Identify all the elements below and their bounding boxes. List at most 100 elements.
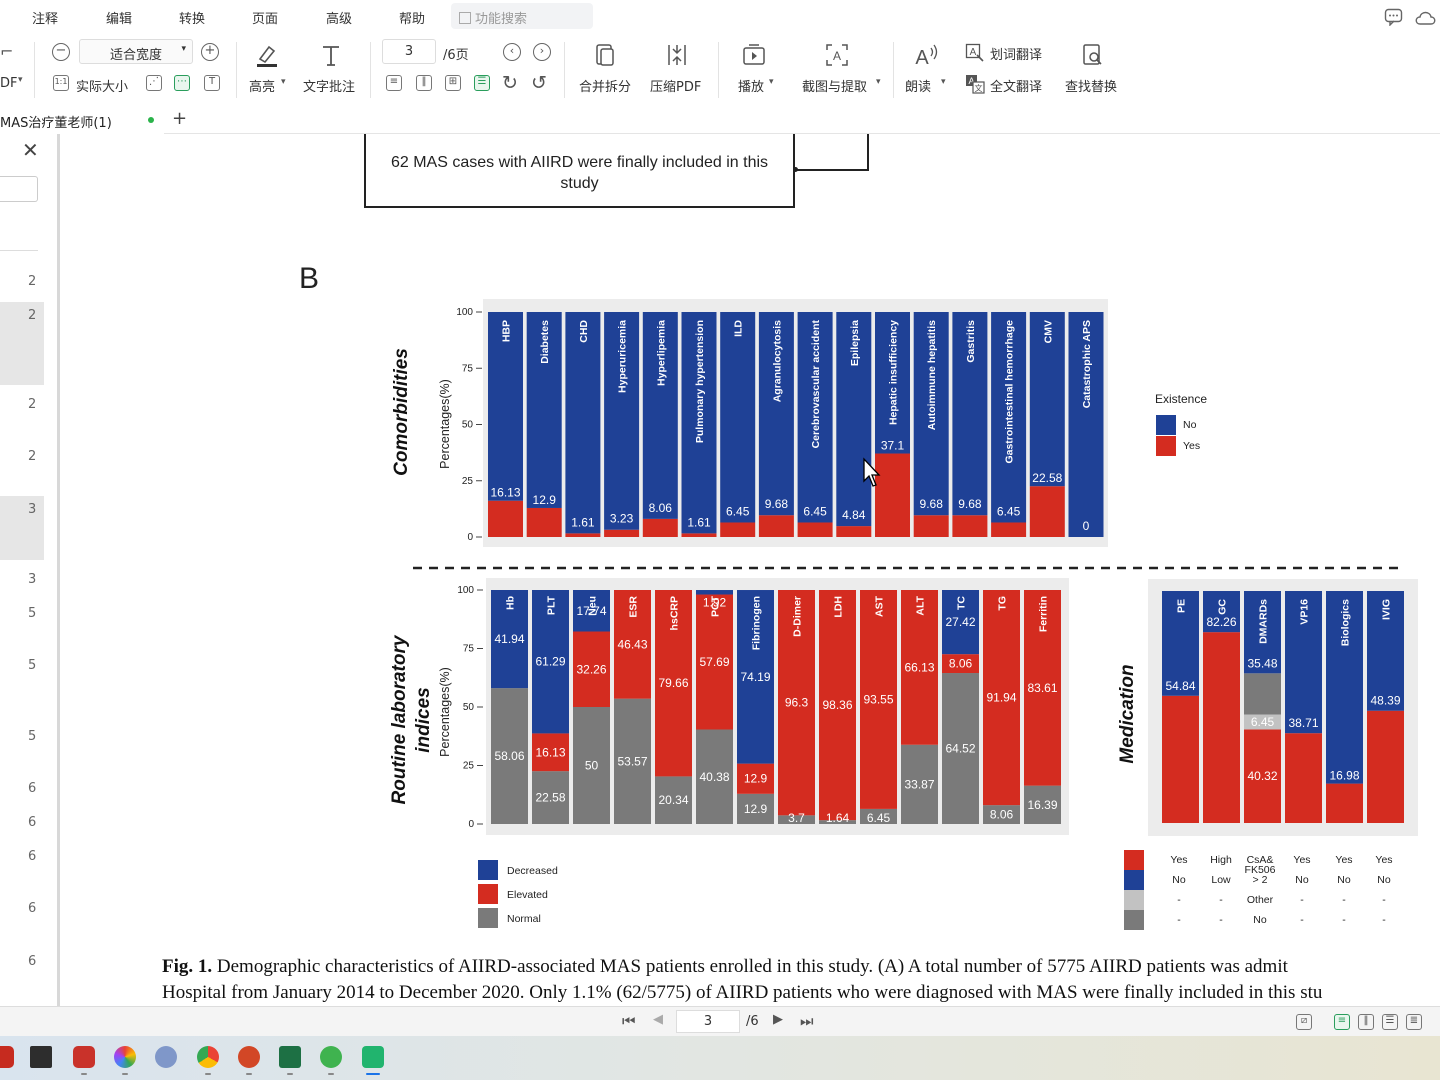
rotate-counterclockwise-icon[interactable]: ↺ bbox=[531, 74, 547, 93]
close-panel-icon[interactable]: ✕ bbox=[22, 138, 39, 162]
legend-swatch-elevated bbox=[478, 884, 498, 904]
bar-segment-yes bbox=[720, 522, 756, 537]
highlight-button[interactable]: 高亮 bbox=[249, 76, 275, 95]
document-view[interactable]: 62 MAS cases with AIIRD were finally inc… bbox=[63, 134, 1440, 1006]
caption-label: Fig. 1. bbox=[162, 956, 213, 977]
thumbnail-page-number[interactable]: 6 bbox=[28, 815, 36, 830]
file-manager-icon[interactable] bbox=[30, 1046, 52, 1068]
continuous-view-icon[interactable]: ☰ bbox=[474, 75, 490, 91]
legend-swatch-normal bbox=[478, 908, 498, 928]
thumbnail-page-number[interactable]: 5 bbox=[28, 658, 36, 673]
rotate-clockwise-icon[interactable]: ↻ bbox=[502, 74, 518, 93]
powerpoint-icon[interactable] bbox=[238, 1046, 260, 1068]
actual-size-button[interactable]: 实际大小 bbox=[76, 76, 128, 95]
data-label: 16.98 bbox=[1329, 769, 1359, 783]
pdf-reader-icon[interactable] bbox=[362, 1046, 384, 1068]
merge-split-button[interactable]: 合并拆分 bbox=[579, 76, 631, 95]
bar-segment-gray bbox=[1244, 673, 1281, 715]
menu-advanced[interactable]: 高级 bbox=[326, 8, 352, 27]
thumbnail-page-number[interactable]: 6 bbox=[28, 781, 36, 796]
wechat-icon[interactable] bbox=[320, 1046, 342, 1068]
comment-icon[interactable] bbox=[1384, 8, 1404, 26]
screenshot-extract-button[interactable]: 截图与提取 bbox=[802, 76, 867, 95]
figure-chart: 0 25 50 75 100 Percentages(%) Comorbidities HBP… bbox=[389, 299, 1418, 930]
menu-help[interactable]: 帮助 bbox=[399, 8, 425, 27]
read-aloud-button[interactable]: 朗读 bbox=[905, 76, 931, 95]
zoom-in-icon[interactable]: + bbox=[201, 43, 219, 61]
menu-convert[interactable]: 转换 bbox=[179, 8, 205, 27]
reading-mode-icon[interactable]: ≣ bbox=[1406, 1014, 1422, 1030]
page-number-input[interactable]: 3 bbox=[382, 39, 436, 64]
pdf-dropdown-label[interactable]: DF bbox=[0, 76, 18, 91]
bar-segment-yes bbox=[681, 533, 717, 537]
category-label: LDH bbox=[833, 596, 845, 618]
two-page-view-icon[interactable]: ‖ bbox=[1358, 1014, 1374, 1030]
thumbnail-page-number[interactable]: 3 bbox=[28, 572, 36, 587]
excel-icon[interactable] bbox=[279, 1046, 301, 1068]
merge-split-icon bbox=[596, 44, 614, 66]
compress-pdf-button[interactable]: 压缩PDF bbox=[650, 76, 701, 95]
data-label: 12.9 bbox=[744, 772, 768, 786]
app-icon[interactable] bbox=[0, 1046, 14, 1068]
text-comment-button[interactable]: 文字批注 bbox=[303, 76, 355, 95]
legend-table-cell: No bbox=[1295, 874, 1309, 886]
r-language-icon[interactable] bbox=[155, 1046, 177, 1068]
data-label: 1.92 bbox=[703, 596, 727, 610]
thumbnail-page-number[interactable]: 6 bbox=[28, 849, 36, 864]
full-translate-button[interactable]: 全文翻译 bbox=[990, 76, 1042, 95]
category-label: Hepatic insufficiency bbox=[888, 320, 900, 425]
single-page-view-icon[interactable]: ≡ bbox=[1334, 1014, 1350, 1030]
bar-segment-yes bbox=[642, 518, 678, 537]
legend-title: Existence bbox=[1155, 392, 1207, 406]
thumbnail-page-number[interactable]: 5 bbox=[28, 606, 36, 621]
annotation-toggle-icon[interactable]: ⧄ bbox=[1296, 1014, 1312, 1030]
single-page-icon[interactable]: ≡ bbox=[386, 75, 402, 91]
grid-view-icon[interactable]: ⊞ bbox=[445, 75, 461, 91]
zoom-select[interactable]: 适合宽度 ▾ bbox=[79, 39, 193, 64]
cloud-icon[interactable] bbox=[1414, 8, 1438, 26]
y-tick-label: 50 bbox=[462, 420, 474, 431]
next-page-icon[interactable]: › bbox=[533, 43, 551, 61]
word-translate-icon: A bbox=[965, 43, 984, 62]
next-page-icon[interactable]: ▶ bbox=[773, 1012, 783, 1027]
new-tab-icon[interactable]: + bbox=[172, 108, 187, 129]
y-tick-label: 75 bbox=[462, 363, 474, 374]
play-button[interactable]: 播放 bbox=[738, 76, 764, 95]
first-page-icon[interactable]: ⏮ bbox=[622, 1012, 636, 1030]
page-total-label: /6页 bbox=[443, 48, 469, 63]
function-search-box[interactable]: 功能搜索 bbox=[451, 3, 593, 29]
word-translate-button[interactable]: 划词翻译 bbox=[990, 44, 1042, 63]
menu-annotate[interactable]: 注释 bbox=[32, 8, 58, 27]
bar-segment-no bbox=[565, 312, 601, 534]
thumbnail-page-number[interactable]: 6 bbox=[28, 954, 36, 969]
document-tab[interactable]: MAS治疗董老师(1) bbox=[0, 106, 164, 134]
fit-width-icon[interactable]: ⋯ bbox=[174, 75, 190, 91]
zoom-out-icon[interactable]: − bbox=[52, 43, 70, 61]
menu-page[interactable]: 页面 bbox=[252, 8, 278, 27]
thumbnail-page-number[interactable]: 2 bbox=[28, 397, 36, 412]
legend-label: Yes bbox=[1183, 440, 1200, 452]
svg-text:A: A bbox=[970, 47, 977, 58]
continuous-view-icon[interactable]: ☰ bbox=[1382, 1014, 1398, 1030]
previous-page-icon[interactable]: ◀ bbox=[653, 1012, 663, 1027]
double-page-icon[interactable]: ‖ bbox=[416, 75, 432, 91]
thumbnail-search-input[interactable] bbox=[0, 176, 38, 202]
text-select-icon[interactable]: T bbox=[204, 75, 220, 91]
previous-page-icon[interactable]: ‹ bbox=[503, 43, 521, 61]
status-page-input[interactable]: 3 bbox=[676, 1010, 740, 1033]
thumbnail-page-number[interactable]: 2 bbox=[28, 274, 36, 289]
thumbnail-page-number[interactable]: 6 bbox=[28, 901, 36, 916]
fit-page-icon[interactable]: ⋰ bbox=[146, 75, 162, 91]
color-wheel-app-icon[interactable] bbox=[114, 1046, 136, 1068]
thumbnail-page-number[interactable]: 3 bbox=[28, 502, 36, 517]
thumbnail-page-number[interactable]: 2 bbox=[28, 449, 36, 464]
thumbnail-page-number[interactable]: 2 bbox=[28, 308, 36, 323]
menu-edit[interactable]: 编辑 bbox=[106, 8, 132, 27]
data-label: 6.45 bbox=[1251, 715, 1275, 729]
thumbnail-selection bbox=[0, 302, 44, 385]
thumbnail-page-number[interactable]: 5 bbox=[28, 729, 36, 744]
zotero-icon[interactable] bbox=[73, 1046, 95, 1068]
find-replace-button[interactable]: 查找替换 bbox=[1065, 76, 1117, 95]
chrome-icon[interactable] bbox=[197, 1046, 219, 1068]
last-page-icon[interactable]: ⏭ bbox=[800, 1012, 814, 1030]
